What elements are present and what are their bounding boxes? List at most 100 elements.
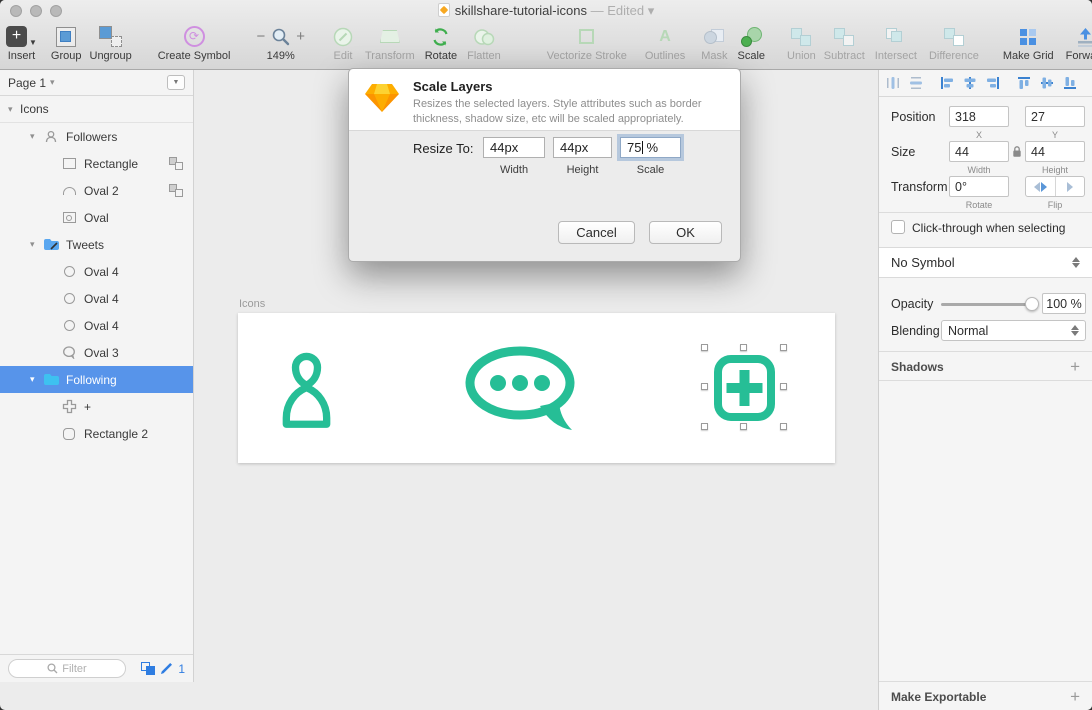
position-x-field[interactable]: 318 bbox=[949, 106, 1009, 127]
opacity-slider[interactable] bbox=[941, 303, 1034, 306]
resize-handle-w[interactable] bbox=[701, 383, 708, 390]
create-symbol-button[interactable]: ⟳ Create Symbol bbox=[158, 24, 230, 62]
union-button[interactable]: Union bbox=[787, 24, 816, 62]
difference-button[interactable]: Difference bbox=[929, 24, 979, 62]
rotate-button[interactable]: Rotate bbox=[425, 24, 457, 62]
tweets-bubble-icon[interactable] bbox=[462, 346, 588, 434]
add-shadow-button[interactable]: + bbox=[1070, 357, 1080, 377]
layer-row-oval[interactable]: Oval bbox=[0, 204, 193, 231]
followers-person-icon[interactable] bbox=[268, 338, 345, 428]
distribute-horizontally-icon[interactable] bbox=[886, 76, 900, 90]
resize-handle-ne[interactable] bbox=[780, 344, 787, 351]
expander-icon[interactable]: ▾ bbox=[30, 131, 42, 142]
align-top-icon[interactable] bbox=[1017, 76, 1031, 90]
intersect-button[interactable]: Intersect bbox=[875, 24, 917, 62]
layer-label: Rectangle 2 bbox=[84, 426, 149, 441]
align-right-icon[interactable] bbox=[986, 76, 1000, 90]
vectorize-stroke-button[interactable]: Vectorize Stroke bbox=[547, 24, 627, 62]
distribute-vertically-icon[interactable] bbox=[909, 76, 923, 90]
pencil-icon[interactable] bbox=[160, 662, 173, 675]
expander-icon[interactable]: ▾ bbox=[8, 104, 20, 115]
align-bottom-icon[interactable] bbox=[1063, 76, 1077, 90]
dialog-description: Resizes the selected layers. Style attri… bbox=[413, 98, 702, 125]
layer-row-tweets[interactable]: ▾ Tweets bbox=[0, 231, 193, 258]
size-width-field[interactable]: 44 bbox=[949, 141, 1009, 162]
opacity-value-field[interactable]: 100 % bbox=[1042, 293, 1086, 314]
shadows-section[interactable]: Shadows + bbox=[879, 355, 1092, 379]
resize-handle-s[interactable] bbox=[740, 423, 747, 430]
dialog-title: Scale Layers bbox=[413, 79, 493, 94]
artboard[interactable] bbox=[238, 313, 835, 463]
rotate-field[interactable]: 0° bbox=[949, 176, 1009, 197]
group-button[interactable]: Group bbox=[51, 24, 82, 62]
layer-label: Tweets bbox=[66, 237, 105, 252]
make-grid-button[interactable]: Make Grid bbox=[1003, 24, 1054, 62]
search-icon bbox=[47, 663, 58, 674]
layer-row-followers[interactable]: ▾ Followers bbox=[0, 123, 193, 150]
align-center-horizontal-icon[interactable] bbox=[963, 76, 977, 90]
ungroup-button[interactable]: Ungroup bbox=[90, 24, 132, 62]
scale-field[interactable]: 75% bbox=[620, 137, 681, 158]
page-header[interactable]: Page 1 ▾ ▼ bbox=[0, 70, 193, 96]
layer-row-oval4-3[interactable]: Oval 4 bbox=[0, 312, 193, 339]
layer-row-artboard[interactable]: ▾ Icons bbox=[0, 96, 193, 123]
height-field[interactable]: 44px bbox=[553, 137, 612, 158]
subtract-button[interactable]: Subtract bbox=[824, 24, 865, 62]
zoom-control[interactable]: − + 149% bbox=[256, 24, 305, 62]
resize-handle-se[interactable] bbox=[780, 423, 787, 430]
filter-input[interactable]: Filter bbox=[8, 659, 126, 678]
magnifier-icon bbox=[272, 28, 290, 46]
window-chrome: skillshare-tutorial-icons — Edited ▾ + ▼ … bbox=[0, 0, 1092, 70]
show-slices-icon[interactable] bbox=[141, 662, 156, 675]
layer-row-oval3[interactable]: Oval 3 bbox=[0, 339, 193, 366]
width-field[interactable]: 44px bbox=[483, 137, 545, 158]
mask-icon bbox=[704, 28, 725, 46]
scale-button[interactable]: Scale bbox=[738, 24, 765, 62]
layer-row-oval4-1[interactable]: Oval 4 bbox=[0, 258, 193, 285]
cancel-button[interactable]: Cancel bbox=[558, 221, 635, 244]
page-list-button[interactable]: ▼ bbox=[167, 75, 185, 90]
layer-row-oval2[interactable]: Oval 2 bbox=[0, 177, 193, 204]
forward-icon bbox=[1078, 27, 1092, 47]
layer-row-rectangle2[interactable]: Rectangle 2 bbox=[0, 420, 193, 447]
symbol-dropdown[interactable]: No Symbol bbox=[879, 247, 1092, 278]
add-export-button[interactable]: + bbox=[1070, 687, 1080, 707]
edit-button[interactable]: Edit bbox=[333, 24, 353, 62]
toolbar: +▼ Insert Group Ungroup ⟳ Create Symbol bbox=[0, 22, 1092, 68]
scale-layers-dialog: Scale Layers Resizes the selected layers… bbox=[348, 68, 741, 262]
insert-button[interactable]: + ▼ Insert bbox=[6, 24, 37, 62]
expander-icon[interactable]: ▾ bbox=[30, 374, 42, 385]
layer-row-following[interactable]: ▾ Following bbox=[0, 366, 193, 393]
flip-horizontal-button[interactable] bbox=[1026, 177, 1055, 196]
artboard-label[interactable]: Icons bbox=[239, 298, 265, 310]
flip-vertical-button[interactable] bbox=[1054, 177, 1085, 196]
size-height-field[interactable]: 44 bbox=[1025, 141, 1085, 162]
zoom-in-icon[interactable]: + bbox=[296, 28, 305, 45]
click-through-checkbox[interactable] bbox=[891, 220, 905, 234]
ok-button[interactable]: OK bbox=[649, 221, 722, 244]
zoom-out-icon[interactable]: − bbox=[256, 28, 265, 45]
layer-row-plus[interactable]: + bbox=[0, 393, 193, 420]
layer-row-oval4-2[interactable]: Oval 4 bbox=[0, 285, 193, 312]
position-y-field[interactable]: 27 bbox=[1025, 106, 1085, 127]
align-left-icon[interactable] bbox=[940, 76, 954, 90]
title-chevron-icon[interactable]: ▾ bbox=[648, 3, 655, 18]
outlines-button[interactable]: A Outlines bbox=[645, 24, 685, 63]
flatten-button[interactable]: Flatten bbox=[467, 24, 501, 62]
lock-icon[interactable] bbox=[1012, 145, 1022, 158]
resize-handle-e[interactable] bbox=[780, 383, 787, 390]
align-middle-vertical-icon[interactable] bbox=[1040, 76, 1054, 90]
make-exportable-section[interactable]: Make Exportable + bbox=[879, 684, 1092, 709]
mask-button[interactable]: Mask bbox=[701, 24, 728, 62]
resize-handle-sw[interactable] bbox=[701, 423, 708, 430]
transform-button[interactable]: Transform bbox=[365, 24, 415, 62]
sketch-app-icon bbox=[365, 84, 399, 112]
opacity-slider-knob[interactable] bbox=[1025, 297, 1039, 311]
edit-pencil-icon bbox=[333, 27, 353, 46]
blending-dropdown[interactable]: Normal bbox=[941, 320, 1086, 341]
expander-icon[interactable]: ▾ bbox=[30, 239, 42, 250]
layer-row-rectangle[interactable]: Rectangle bbox=[0, 150, 193, 177]
resize-handle-n[interactable] bbox=[740, 344, 747, 351]
forward-button[interactable]: Forward bbox=[1066, 24, 1092, 62]
resize-handle-nw[interactable] bbox=[701, 344, 708, 351]
